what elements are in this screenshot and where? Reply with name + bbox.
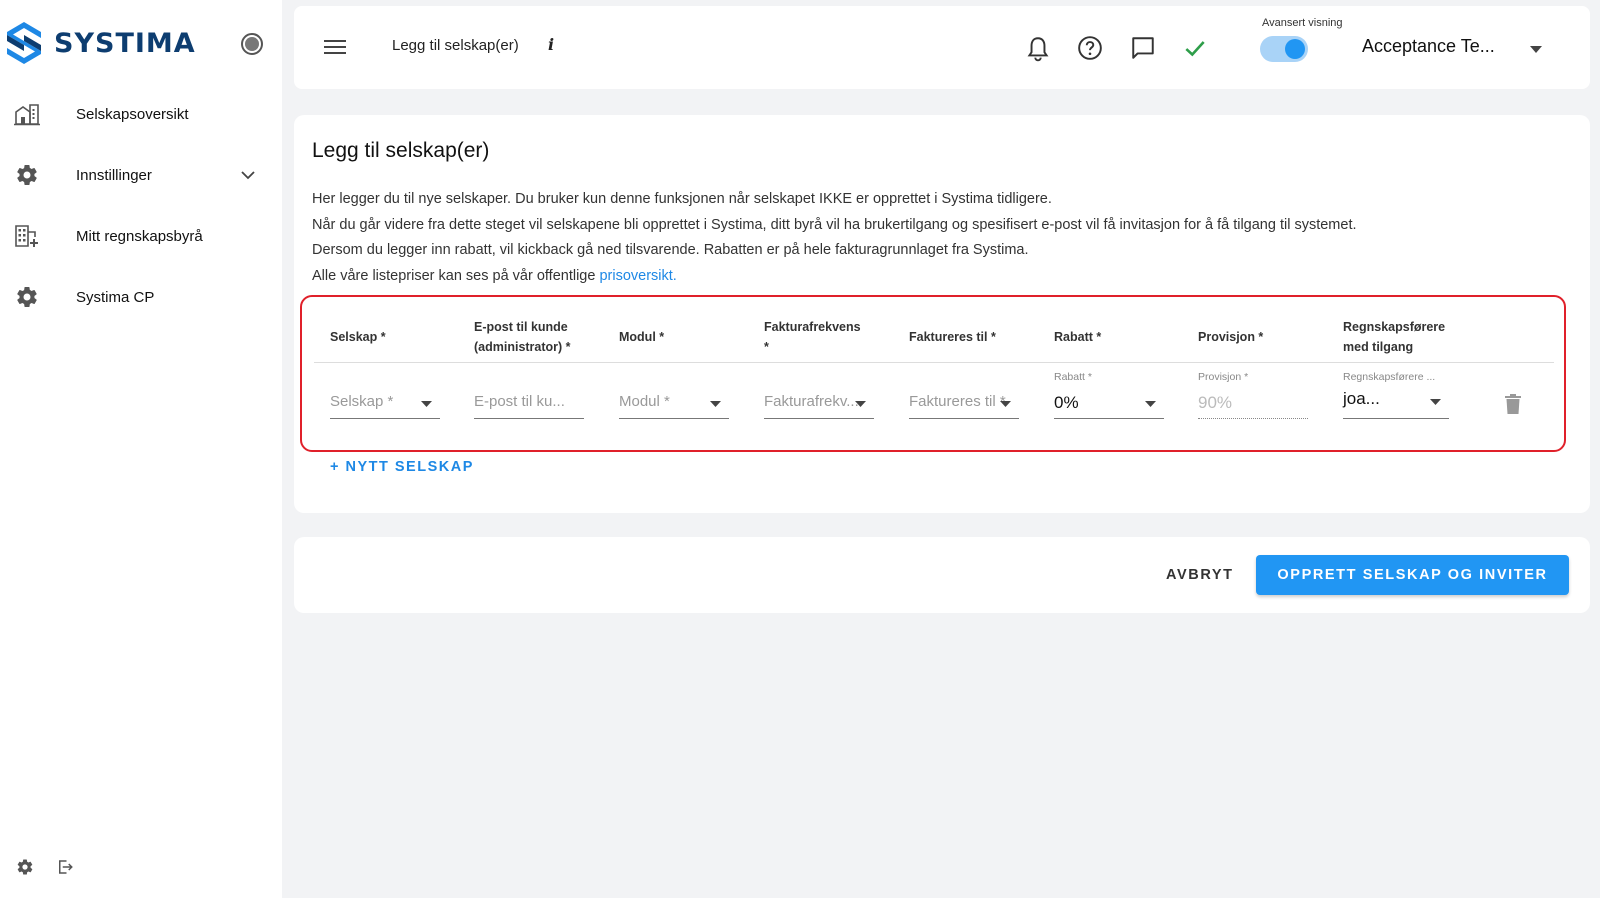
description-line: Her legger du til nye selskaper. Du bruk… [312,191,1052,207]
sidebar-item-systima-cp[interactable]: Systima CP [0,275,282,319]
sidebar-item-innstillinger[interactable]: Innstillinger [0,153,282,197]
top-bar: Legg til selskap(er) i Avansert visning … [294,6,1590,89]
menu-icon[interactable] [324,39,346,55]
column-header-fakturafrekvens: Fakturafrekvens * [764,317,861,357]
sidebar: SYSTIMA Selskapsoversikt Innstillinger M… [0,0,282,898]
description-line: Når du går videre fra dette steget vil s… [312,216,1357,233]
advanced-view-label: Avansert visning [1262,17,1343,29]
header-divider [314,362,1554,363]
column-header-rabatt: Rabatt * [1054,330,1102,344]
email-placeholder: E-post til ku... [474,393,565,410]
email-field[interactable]: E-post til ku... [474,387,584,419]
caret-down-icon [421,401,432,407]
caret-down-icon [1145,401,1156,407]
column-header-regnskapsforere: Regnskapsførere med tilgang [1343,317,1445,357]
sidebar-item-mitt-regnskapsbyra[interactable]: Mitt regnskapsbyrå [0,214,282,258]
info-icon[interactable]: i [548,35,554,54]
column-header-line: E-post til kunde [474,320,568,334]
caret-down-icon [710,401,721,407]
rabatt-value: 0% [1054,393,1079,412]
systima-logo[interactable]: SYSTIMA [4,20,196,66]
gear-icon [17,287,37,308]
caret-down-icon[interactable] [1530,46,1542,53]
building-icon [14,104,40,126]
column-header-line: med tilgang [1343,340,1414,354]
sidebar-footer [16,858,74,876]
company-table: Selskap * E-post til kunde (administrato… [300,295,1566,452]
check-icon[interactable] [1182,35,1208,61]
fakturafrekvens-select[interactable]: Fakturafrekv... [764,387,874,419]
column-header-epost: E-post til kunde (administrator) * [474,317,571,357]
regnskapsforere-value: joa... [1343,389,1380,408]
modul-placeholder: Modul * [619,393,670,410]
selskap-placeholder: Selskap * [330,393,394,410]
sidebar-item-label: Selskapsoversikt [76,105,189,123]
sidebar-item-selskapsoversikt[interactable]: Selskapsoversikt [0,92,282,136]
systima-logo-icon [7,22,41,64]
sidebar-item-label: Innstillinger [76,166,152,184]
office-add-icon [15,225,38,247]
fakturafrekvens-placeholder: Fakturafrekv... [764,393,859,410]
chat-icon[interactable] [1130,35,1156,61]
column-header-line: Fakturafrekvens [764,320,861,334]
column-header-line: (administrator) * [474,340,571,354]
form-title: Legg til selskap(er) [312,139,490,162]
trash-icon[interactable] [1505,394,1521,414]
brand-name: SYSTIMA [54,27,196,59]
price-line-text: Alle våre listepriser kan ses på vår off… [312,267,600,284]
page-title: Legg til selskap(er) [392,37,519,54]
regnskapsforere-field-label: Regnskapsførere ... [1343,371,1436,383]
create-and-invite-button[interactable]: OPPRETT SELSKAP OG INVITER [1256,555,1569,595]
column-header-faktureres-til: Faktureres til * [909,330,996,344]
description-line: Alle våre listepriser kan ses på vår off… [312,264,1572,290]
selskap-select[interactable]: Selskap * [330,387,440,419]
caret-down-icon [855,401,866,407]
add-company-button[interactable]: + NYTT SELSKAP [330,459,474,475]
account-selector[interactable]: Acceptance Te... [1362,36,1495,57]
provisjon-field-label: Provisjon * [1198,371,1249,383]
description-line: Dersom du legger inn rabatt, vil kickbac… [312,242,1029,258]
caret-down-icon [1430,399,1441,405]
regnskapsforere-select[interactable]: joa... [1343,383,1449,419]
column-header-selskap: Selskap * [330,330,386,344]
caret-down-icon [1000,401,1011,407]
provisjon-field: 90% [1198,387,1308,419]
faktureres-til-placeholder: Faktureres til * [909,393,1006,410]
modul-select[interactable]: Modul * [619,387,729,419]
column-header-modul: Modul * [619,330,665,344]
cancel-button[interactable]: AVBRYT [1150,555,1250,595]
rabatt-select[interactable]: 0% [1054,387,1164,419]
action-bar: AVBRYT OPPRETT SELSKAP OG INVITER [294,537,1590,613]
price-overview-link[interactable]: prisoversikt. [599,268,676,284]
column-header-provisjon: Provisjon * [1198,330,1264,344]
help-icon[interactable] [1077,35,1103,61]
rabatt-field-label: Rabatt * [1054,371,1092,383]
column-header-line: Regnskapsførere [1343,320,1446,334]
gear-icon [17,165,37,186]
add-company-card: Legg til selskap(er) Her legger du til n… [294,115,1590,513]
form-description: Her legger du til nye selskaper. Du bruk… [312,187,1572,289]
settings-icon[interactable] [16,858,34,876]
faktureres-til-select[interactable]: Faktureres til * [909,387,1019,419]
sidebar-item-label: Systima CP [76,288,155,306]
provisjon-value: 90% [1198,393,1233,412]
column-header-line: * [764,340,769,354]
advanced-view-toggle[interactable] [1260,36,1308,62]
status-indicator-icon[interactable] [241,33,263,55]
bell-icon[interactable] [1025,35,1051,63]
sidebar-item-label: Mitt regnskapsbyrå [76,227,203,245]
logout-icon[interactable] [56,858,74,876]
chevron-down-icon[interactable] [240,167,256,183]
